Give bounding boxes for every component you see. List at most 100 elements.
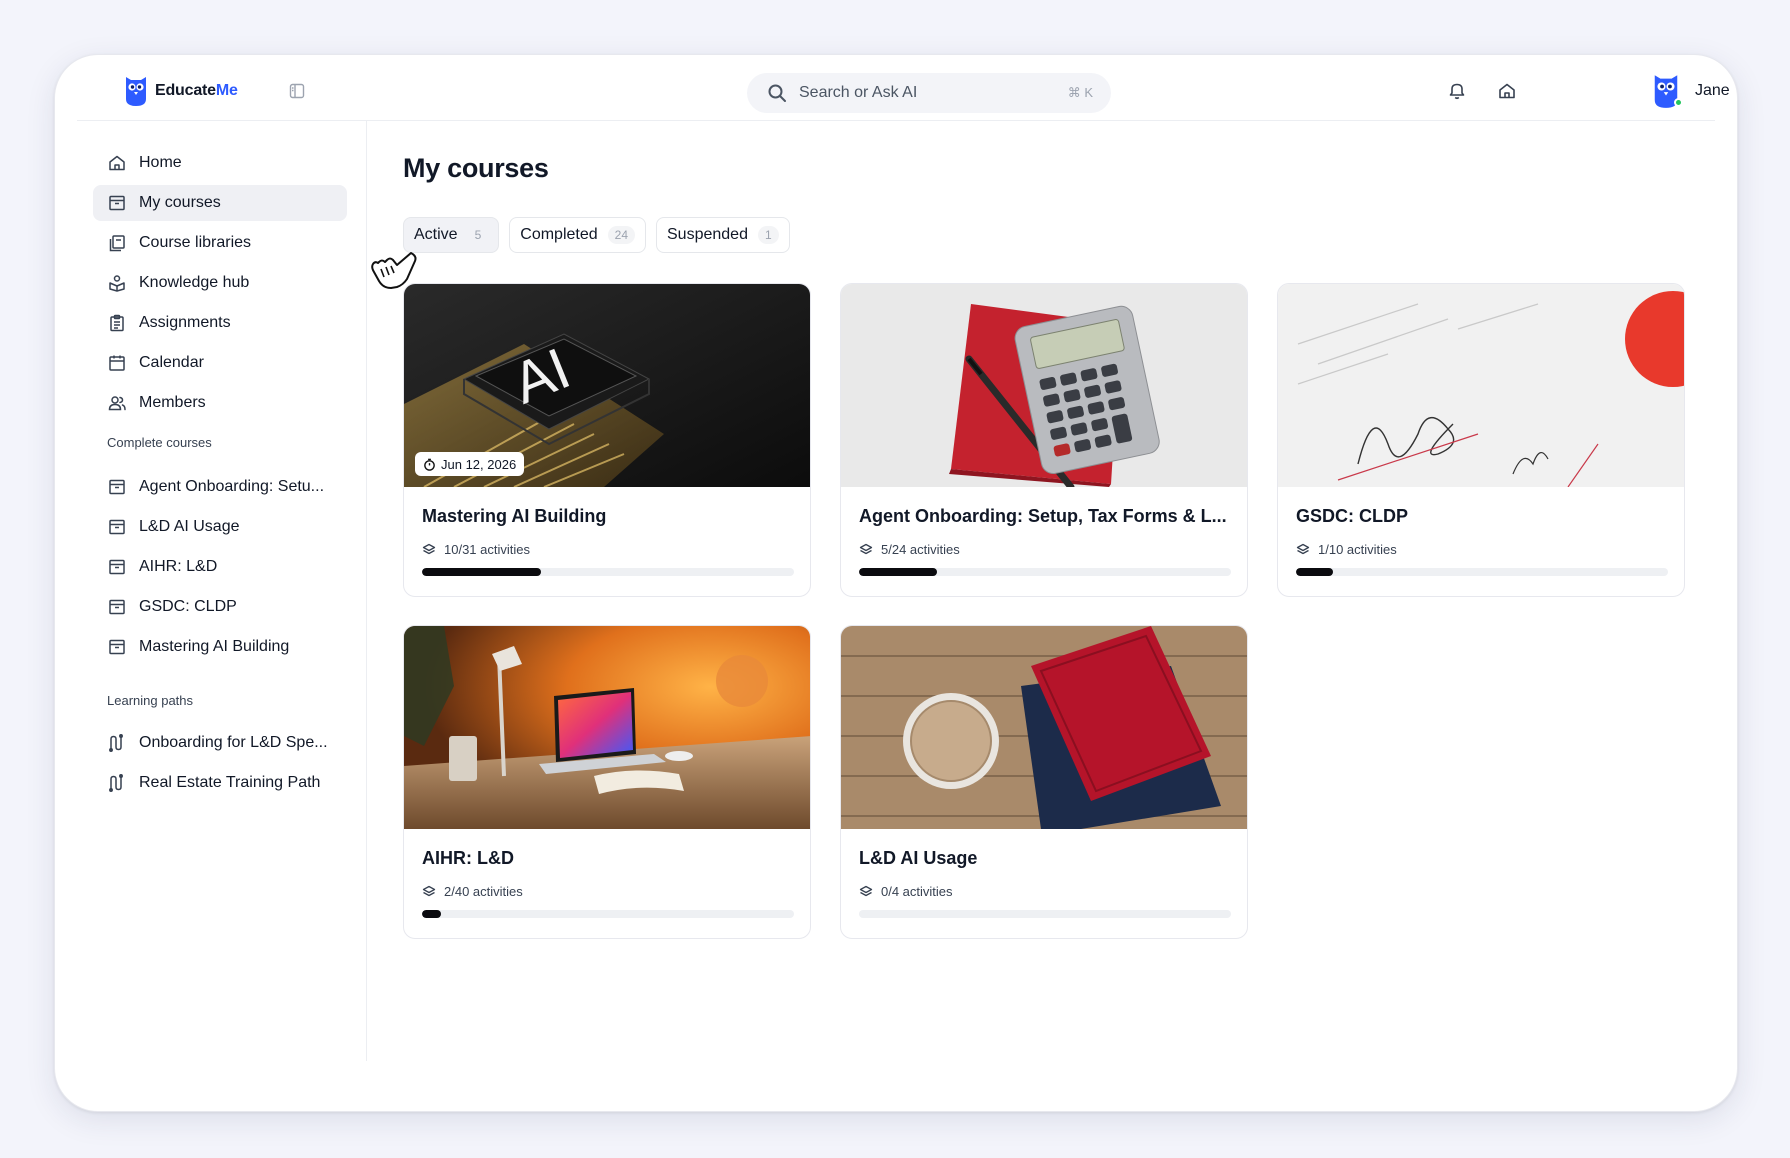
sidebar-course-item[interactable]: L&D AI Usage bbox=[93, 509, 347, 545]
tab-count-badge: 5 bbox=[474, 228, 482, 242]
course-activities: 1/10 activities bbox=[1296, 542, 1397, 557]
user-menu[interactable]: Jane bbox=[1651, 73, 1730, 109]
archive-box-icon bbox=[109, 195, 125, 211]
tab-completed[interactable]: Completed 24 bbox=[509, 217, 646, 253]
sidebar-item-knowledge-hub[interactable]: Knowledge hub bbox=[93, 265, 347, 301]
search-bar[interactable]: Search or Ask AI ⌘ K bbox=[747, 73, 1111, 113]
progress-bar bbox=[422, 568, 794, 576]
sidebar-item-label: Members bbox=[139, 394, 206, 411]
course-card[interactable]: AIHR: L&D 2/40 activities bbox=[403, 625, 811, 939]
progress-bar bbox=[1296, 568, 1668, 576]
logo-suffix: Me bbox=[215, 82, 238, 99]
tab-suspended[interactable]: Suspended 1 bbox=[656, 217, 790, 253]
course-activities: 10/31 activities bbox=[422, 542, 530, 557]
tab-label: Active bbox=[414, 226, 458, 243]
course-title: GSDC: CLDP bbox=[1296, 506, 1408, 526]
section-title-learning-paths: Learning paths bbox=[107, 693, 194, 708]
progress-fill bbox=[859, 568, 938, 576]
timer-icon bbox=[424, 458, 435, 471]
course-activities: 5/24 activities bbox=[859, 542, 960, 557]
progress-fill bbox=[422, 910, 441, 918]
search-placeholder: Search or Ask AI bbox=[799, 84, 918, 101]
owl-logo-icon bbox=[126, 77, 146, 106]
activities-count: 2/40 activities bbox=[444, 884, 523, 899]
archive-box-icon bbox=[109, 479, 125, 495]
sidebar-item-members[interactable]: Members bbox=[93, 385, 347, 421]
sidebar-item-label: L&D AI Usage bbox=[139, 518, 240, 535]
sidebar: Home My courses Course libraries Knowled… bbox=[55, 121, 367, 1061]
layers-icon bbox=[859, 543, 873, 554]
course-thumbnail bbox=[404, 626, 810, 829]
sidebar-item-label: Agent Onboarding: Setu... bbox=[139, 478, 325, 495]
progress-fill bbox=[422, 568, 542, 576]
sidebar-item-label: My courses bbox=[139, 194, 221, 211]
sidebar-course-item[interactable]: Agent Onboarding: Setu... bbox=[93, 469, 347, 505]
sidebar-course-item[interactable]: GSDC: CLDP bbox=[93, 589, 347, 625]
course-title: Mastering AI Building bbox=[422, 506, 607, 526]
activities-count: 10/31 activities bbox=[444, 542, 530, 557]
activities-count: 5/24 activities bbox=[881, 542, 960, 557]
tab-count-badge: 1 bbox=[757, 226, 779, 244]
progress-fill bbox=[1296, 568, 1334, 576]
sidebar-path-item[interactable]: Onboarding for L&D Spe... bbox=[93, 725, 347, 761]
logo-prefix: Educate bbox=[155, 82, 216, 99]
course-card[interactable]: GSDC: CLDP 1/10 activities bbox=[1277, 283, 1685, 597]
archive-box-icon bbox=[109, 599, 125, 615]
activities-count: 0/4 activities bbox=[881, 884, 953, 899]
sidebar-item-my-courses[interactable]: My courses bbox=[93, 185, 347, 221]
layers-icon bbox=[859, 885, 873, 896]
search-shortcut: ⌘ K bbox=[1067, 85, 1093, 100]
route-icon bbox=[109, 774, 123, 792]
sidebar-toggle-icon[interactable] bbox=[289, 83, 305, 99]
archive-box-icon bbox=[109, 639, 125, 655]
progress-bar bbox=[859, 568, 1231, 576]
top-bar: EducateMe Search or Ask AI ⌘ K Jane bbox=[77, 55, 1730, 121]
logo-text: EducateMe bbox=[155, 82, 238, 100]
calendar-icon bbox=[109, 355, 125, 371]
course-title: L&D AI Usage bbox=[859, 848, 978, 868]
sidebar-item-home[interactable]: Home bbox=[93, 145, 347, 181]
course-status-tabs: Active 5 Completed 24 Suspended 1 bbox=[403, 217, 790, 253]
tab-label: Suspended bbox=[667, 226, 748, 243]
archive-box-icon bbox=[109, 559, 125, 575]
sidebar-item-assignments[interactable]: Assignments bbox=[93, 305, 347, 341]
layers-icon bbox=[1296, 543, 1310, 554]
activities-count: 1/10 activities bbox=[1318, 542, 1397, 557]
tab-label: Completed bbox=[520, 226, 598, 243]
archive-box-icon bbox=[109, 519, 125, 535]
library-icon bbox=[109, 235, 125, 252]
avatar bbox=[1651, 73, 1683, 109]
sidebar-item-course-libraries[interactable]: Course libraries bbox=[93, 225, 347, 261]
search-icon bbox=[768, 84, 786, 102]
page-title: My courses bbox=[403, 153, 549, 183]
layers-icon bbox=[422, 885, 436, 896]
sidebar-item-label: GSDC: CLDP bbox=[139, 598, 237, 615]
sidebar-item-label: Assignments bbox=[139, 314, 231, 331]
sidebar-item-label: Home bbox=[139, 154, 182, 171]
course-title: AIHR: L&D bbox=[422, 848, 514, 868]
sidebar-item-calendar[interactable]: Calendar bbox=[93, 345, 347, 381]
sidebar-item-label: Mastering AI Building bbox=[139, 638, 290, 655]
bell-icon[interactable] bbox=[1447, 81, 1467, 101]
home-icon[interactable] bbox=[1497, 81, 1517, 101]
course-card[interactable]: AI Jun 12, 2026 Mastering AI Building 10… bbox=[403, 283, 811, 597]
home-icon bbox=[109, 155, 125, 171]
sidebar-item-label: Knowledge hub bbox=[139, 274, 250, 291]
sidebar-item-label: Onboarding for L&D Spe... bbox=[139, 734, 328, 751]
sidebar-course-item[interactable]: AIHR: L&D bbox=[93, 549, 347, 585]
progress-bar bbox=[859, 910, 1231, 918]
tab-active[interactable]: Active 5 bbox=[403, 217, 500, 253]
user-name: Jane bbox=[1695, 82, 1730, 99]
due-date-badge: Jun 12, 2026 bbox=[415, 452, 525, 476]
course-card[interactable]: L&D AI Usage 0/4 activities bbox=[840, 625, 1248, 939]
layers-icon bbox=[422, 543, 436, 554]
course-thumbnail bbox=[841, 626, 1247, 829]
course-card[interactable]: Agent Onboarding: Setup, Tax Forms & L..… bbox=[840, 283, 1248, 597]
users-icon bbox=[108, 396, 126, 411]
sidebar-course-item[interactable]: Mastering AI Building bbox=[93, 629, 347, 665]
sidebar-path-item[interactable]: Real Estate Training Path bbox=[93, 765, 347, 801]
sidebar-item-label: Real Estate Training Path bbox=[139, 774, 321, 791]
course-title: Agent Onboarding: Setup, Tax Forms & L..… bbox=[859, 506, 1227, 526]
logo[interactable]: EducateMe bbox=[125, 75, 238, 107]
online-status-dot bbox=[1674, 98, 1683, 107]
